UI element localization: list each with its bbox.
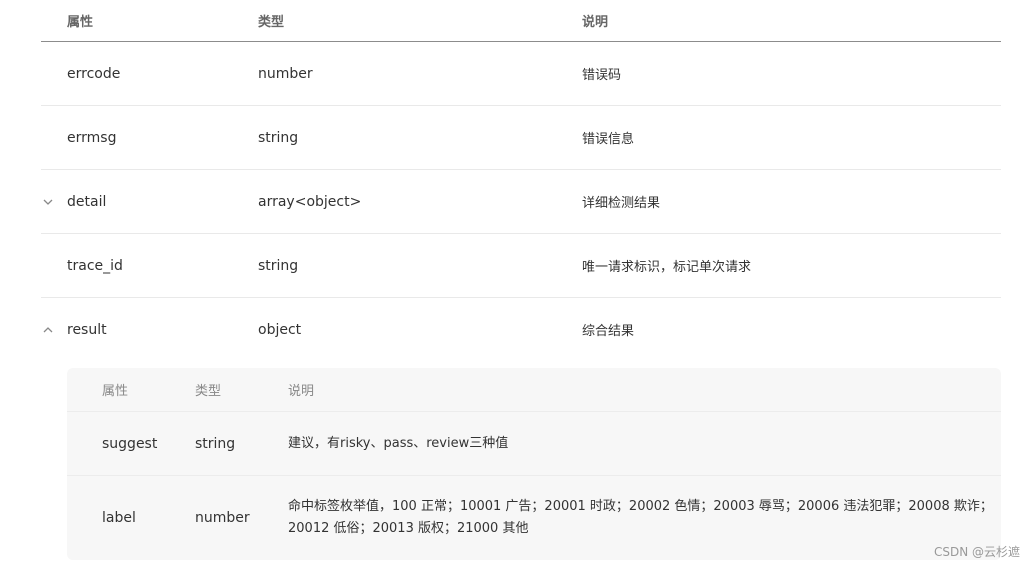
table-row-errmsg: errmsg string 错误信息 bbox=[41, 106, 1001, 170]
table-row-detail[interactable]: detail array<object> 详细检测结果 bbox=[41, 170, 1001, 234]
param-description: 建议，有risky、pass、review三种值 bbox=[288, 435, 509, 451]
subtable-row-label: label number 命中标签枚举值，100 正常；10001 广告；200… bbox=[67, 476, 1001, 560]
param-type: number bbox=[258, 65, 313, 82]
param-description: 错误信息 bbox=[582, 132, 635, 147]
param-name: result bbox=[67, 321, 107, 338]
param-name: errmsg bbox=[67, 129, 117, 146]
header-type: 类型 bbox=[258, 14, 285, 30]
response-params-table: 属性 类型 说明 errcode number 错误码 errmsg strin… bbox=[41, 0, 1001, 361]
table-row-errcode: errcode number 错误码 bbox=[41, 42, 1001, 106]
table-row-trace-id: trace_id string 唯一请求标识，标记单次请求 bbox=[41, 234, 1001, 298]
param-type: array<object> bbox=[258, 193, 362, 210]
param-type: number bbox=[195, 510, 250, 526]
param-type: string bbox=[195, 435, 236, 452]
param-name: detail bbox=[67, 193, 107, 210]
param-description: 详细检测结果 bbox=[582, 196, 661, 211]
chevron-up-icon[interactable] bbox=[41, 298, 55, 361]
sub-header-description: 说明 bbox=[288, 384, 315, 399]
param-type: object bbox=[258, 321, 302, 338]
param-name: trace_id bbox=[67, 257, 123, 274]
header-description: 说明 bbox=[582, 14, 609, 30]
watermark: CSDN @云杉遮 bbox=[933, 545, 1020, 559]
subtable-row-suggest: suggest string 建议，有risky、pass、review三种值 bbox=[67, 412, 1001, 476]
table-header: 属性 类型 说明 bbox=[41, 0, 1001, 42]
sub-header-type: 类型 bbox=[195, 384, 222, 399]
param-description: 综合结果 bbox=[582, 324, 635, 339]
chevron-down-icon[interactable] bbox=[41, 170, 55, 233]
subtable-header: 属性 类型 说明 bbox=[67, 368, 1001, 412]
param-name: suggest bbox=[102, 435, 158, 452]
param-name: errcode bbox=[67, 65, 121, 82]
param-description: 唯一请求标识，标记单次请求 bbox=[582, 260, 752, 275]
header-attribute: 属性 bbox=[67, 14, 94, 30]
param-description: 命中标签枚举值，100 正常；10001 广告；20001 时政；20002 色… bbox=[288, 499, 993, 536]
table-row-result[interactable]: result object 综合结果 bbox=[41, 298, 1001, 361]
param-name: label bbox=[102, 510, 136, 526]
param-description: 错误码 bbox=[582, 68, 622, 83]
param-type: string bbox=[258, 257, 299, 274]
result-subtable: 属性 类型 说明 suggest string 建议，有risky、pass、r… bbox=[67, 368, 1001, 560]
sub-header-attribute: 属性 bbox=[102, 384, 129, 399]
param-type: string bbox=[258, 129, 299, 146]
